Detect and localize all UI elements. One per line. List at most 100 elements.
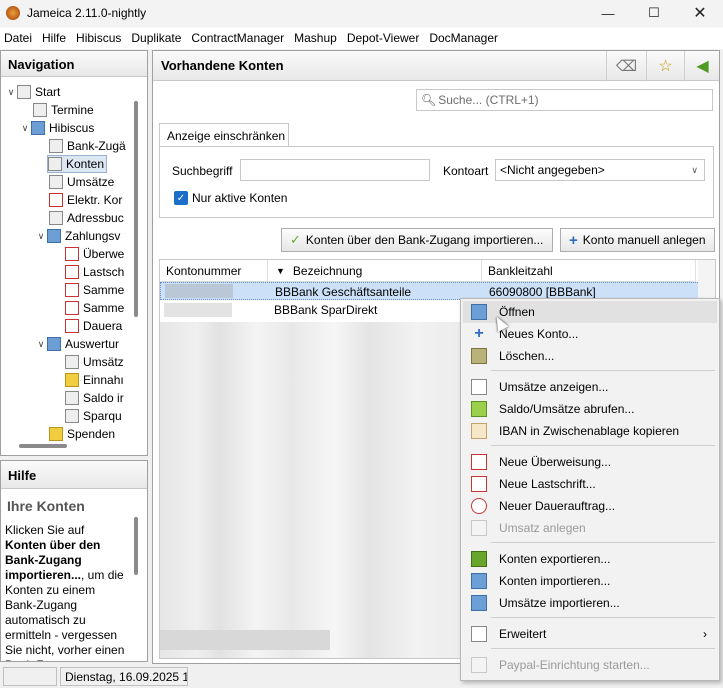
tab-anzeige-einschraenken[interactable]: Anzeige einschränken <box>159 123 289 147</box>
menu-hilfe[interactable]: Hilfe <box>38 31 72 45</box>
transfer-icon <box>65 247 79 261</box>
navigation-tree: ∨ Start Termine ∨ Hibiscus Bank-Zugä Konte… <box>1 79 131 445</box>
menu-separator <box>491 542 715 543</box>
menu-bar: Datei Hilfe Hibiscus Duplikate ContractM… <box>0 27 723 49</box>
nav-item-lastschriften[interactable]: Lastsch <box>65 263 124 281</box>
kontoart-select[interactable]: <Nicht angegeben> ∨ <box>495 159 705 181</box>
nav-item-saldo-im-verlauf[interactable]: Saldo ir <box>65 389 124 407</box>
help-heading: Ihre Konten <box>7 498 85 514</box>
import-icon <box>471 573 487 589</box>
import-accounts-button[interactable]: ✓ Konten über den Bank-Zugang importiere… <box>281 228 553 252</box>
status-date: Dienstag, 16.09.2025 19 <box>60 667 188 686</box>
maximize-button[interactable]: ☐ <box>631 0 677 26</box>
navigation-vertical-scrollbar[interactable] <box>134 101 138 317</box>
menu-contractmanager[interactable]: ContractManager <box>187 31 290 45</box>
delete-icon <box>471 348 487 364</box>
menu-docmanager[interactable]: DocManager <box>425 31 504 45</box>
column-bezeichnung[interactable]: ▼ Bezeichnung <box>268 260 482 282</box>
menu-depot-viewer[interactable]: Depot-Viewer <box>343 31 425 45</box>
nav-item-umsaetze[interactable]: Umsätze <box>49 173 114 191</box>
users-icon <box>49 139 63 153</box>
chart-icon <box>65 391 79 405</box>
menu-item-neuer-dauerauftrag[interactable]: Neuer Dauerauftrag... <box>463 495 717 517</box>
add-account-manually-button[interactable]: + Konto manuell anlegen <box>560 228 715 252</box>
window-title: Jameica 2.11.0-nightly <box>27 6 147 20</box>
navigation-horizontal-scrollbar[interactable] <box>19 444 67 448</box>
import-icon <box>471 595 487 611</box>
submenu-icon <box>471 626 487 642</box>
chevron-right-icon: › <box>703 627 707 641</box>
menu-item-neue-lastschrift[interactable]: Neue Lastschrift... <box>463 473 717 495</box>
help-text: Klicken Sie auf Konten über den Bank-Zuga… <box>5 523 125 661</box>
menu-item-iban-kopieren[interactable]: IBAN in Zwischenablage kopieren <box>463 420 717 442</box>
kontoart-label: Kontoart <box>443 164 489 178</box>
help-scrollbar[interactable] <box>134 517 138 575</box>
nur-aktive-konten-checkbox[interactable]: ✓ Nur aktive Konten <box>174 191 287 205</box>
menu-datei[interactable]: Datei <box>0 31 38 45</box>
nav-item-bank-zugaenge[interactable]: Bank-Zugä <box>49 137 126 155</box>
collapse-icon[interactable]: ∨ <box>5 86 17 98</box>
nav-item-elektr-kontoauszuege[interactable]: Elektr. Kor <box>49 191 122 209</box>
menu-mashup[interactable]: Mashup <box>290 31 343 45</box>
nav-item-umsatz-kategorien[interactable]: Umsätz <box>65 353 124 371</box>
collapse-icon[interactable]: ∨ <box>19 122 31 134</box>
nav-item-termine[interactable]: Termine <box>33 101 94 119</box>
nav-item-dauerauftraege[interactable]: Dauera <box>65 317 122 335</box>
nav-item-spenden[interactable]: Spenden <box>49 425 115 443</box>
filter-group: Suchbegriff Kontoart <Nicht angegeben> ∨… <box>159 146 714 218</box>
sync-icon <box>471 401 487 417</box>
plus-icon: + <box>569 231 578 249</box>
menu-item-konten-exportieren[interactable]: Konten exportieren... <box>463 548 717 570</box>
nav-item-einnahmen-ausgaben[interactable]: Einnahı <box>65 371 124 389</box>
search-input[interactable]: 🔍︎ Suche... (CTRL+1) <box>416 89 713 111</box>
back-arrow-icon[interactable]: ◀ <box>684 51 720 81</box>
suchbegriff-input[interactable] <box>240 159 430 181</box>
column-bankleitzahl[interactable]: Bankleitzahl <box>482 260 696 282</box>
collective-transfer-icon <box>65 283 79 297</box>
menu-separator <box>491 445 715 446</box>
suchbegriff-label: Suchbegriff <box>172 164 233 178</box>
menu-item-erweitert[interactable]: Erweitert › <box>463 623 717 645</box>
menu-item-umsaetze-anzeigen[interactable]: Umsätze anzeigen... <box>463 376 717 398</box>
favorite-star-icon[interactable]: ☆ <box>646 51 684 81</box>
folder-icon <box>31 121 45 135</box>
nav-item-hibiscus[interactable]: ∨ Hibiscus <box>19 119 94 137</box>
addressbook-icon <box>49 211 63 225</box>
nav-item-auswertungen[interactable]: ∨ Auswertur <box>35 335 119 353</box>
menu-duplikate[interactable]: Duplikate <box>127 31 187 45</box>
menu-item-neue-ueberweisung[interactable]: Neue Überweisung... <box>463 451 717 473</box>
nav-item-adressbuch[interactable]: Adressbuc <box>49 209 124 227</box>
export-icon <box>471 551 487 567</box>
nav-item-sammelueberweisungen[interactable]: Samme <box>65 281 124 299</box>
star-icon <box>49 427 63 441</box>
redacted-account-number <box>164 303 232 317</box>
status-segment <box>3 667 57 686</box>
nav-item-ueberweisungen[interactable]: Überwe <box>65 245 124 263</box>
nav-item-sparquote[interactable]: Sparqu <box>65 407 122 425</box>
chart-icon <box>65 355 79 369</box>
minimize-button[interactable]: — <box>585 0 631 26</box>
close-button[interactable]: ✕ <box>677 0 723 26</box>
collapse-icon[interactable]: ∨ <box>35 230 47 242</box>
menu-item-saldo-abrufen[interactable]: Saldo/Umsätze abrufen... <box>463 398 717 420</box>
sort-descending-icon: ▼ <box>276 265 285 276</box>
folder-icon <box>47 229 61 243</box>
debit-icon <box>471 476 487 492</box>
menu-item-konten-importieren[interactable]: Konten importieren... <box>463 570 717 592</box>
menu-hibiscus[interactable]: Hibiscus <box>72 31 127 45</box>
menu-item-loeschen[interactable]: Löschen... <box>463 345 717 367</box>
redacted-account-number <box>165 284 233 298</box>
attachment-icon[interactable]: ⌫ <box>606 51 646 81</box>
nav-item-sammellastschriften[interactable]: Samme <box>65 299 124 317</box>
chart-icon <box>65 409 79 423</box>
nav-item-konten[interactable]: Konten <box>47 155 108 173</box>
column-kontonummer[interactable]: Kontonummer <box>160 260 268 282</box>
navigation-panel: Navigation ∨ Start Termine ∨ Hibiscus Bank… <box>0 50 148 456</box>
folder-icon <box>47 337 61 351</box>
collapse-icon[interactable]: ∨ <box>35 338 47 350</box>
menu-item-umsaetze-importieren[interactable]: Umsätze importieren... <box>463 592 717 614</box>
redacted-table-content <box>160 322 460 658</box>
add-transaction-icon <box>471 520 487 536</box>
nav-item-start[interactable]: ∨ Start <box>5 83 60 101</box>
nav-item-zahlungsverkehr[interactable]: ∨ Zahlungsv <box>35 227 120 245</box>
